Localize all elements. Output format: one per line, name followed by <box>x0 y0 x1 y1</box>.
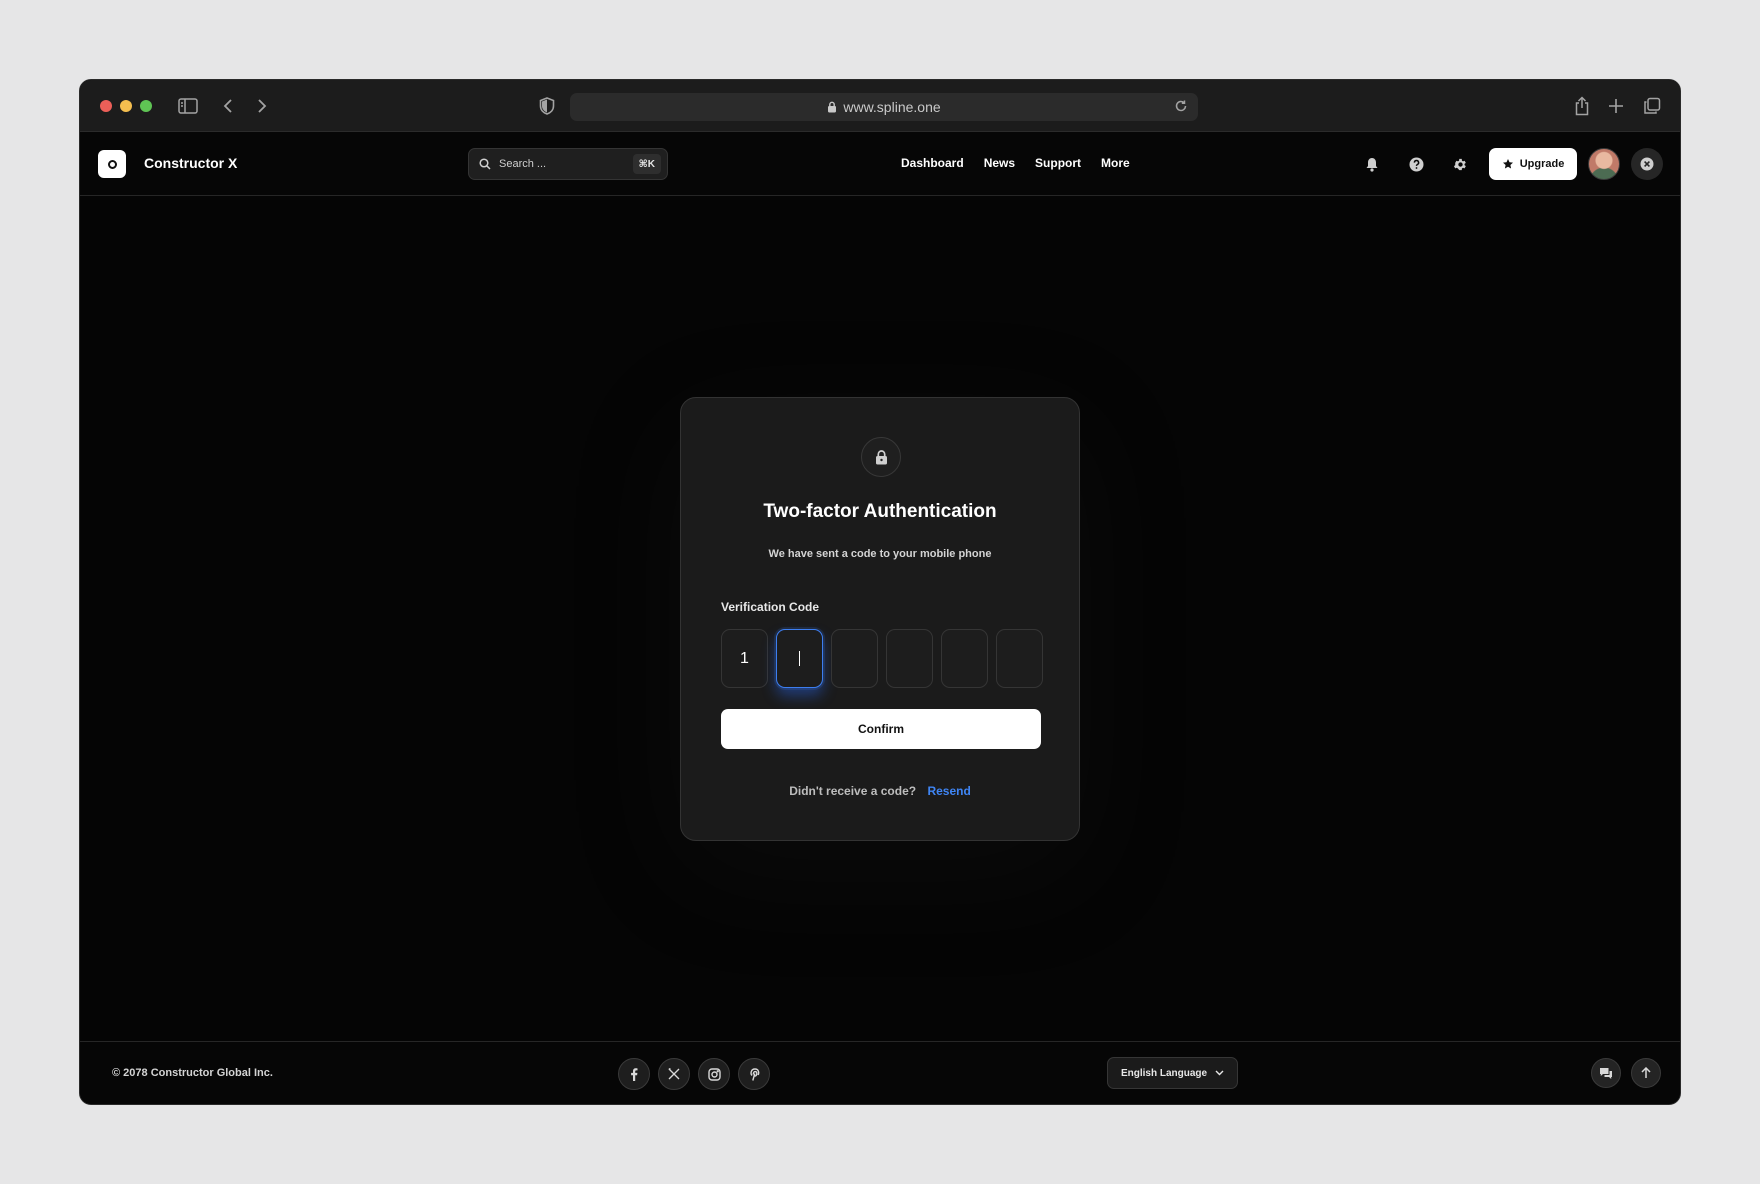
confirm-button[interactable]: Confirm <box>721 709 1041 749</box>
browser-window: www.spline.one Constructor X Search ... … <box>79 79 1681 1105</box>
chat-button[interactable] <box>1591 1058 1621 1088</box>
close-icon <box>1640 157 1654 171</box>
nav-dashboard[interactable]: Dashboard <box>901 156 964 170</box>
search-placeholder: Search ... <box>499 158 547 170</box>
language-label: English Language <box>1120 1067 1208 1079</box>
search-shortcut: ⌘K <box>632 154 661 174</box>
language-select[interactable]: English Language <box>1107 1057 1238 1089</box>
nav-news[interactable]: News <box>984 156 1015 170</box>
resend-link[interactable]: Resend <box>927 784 970 798</box>
app-footer: © 2078 Constructor Global Inc. English L… <box>80 1041 1680 1104</box>
share-icon[interactable] <box>1570 94 1594 118</box>
star-icon <box>1502 158 1514 170</box>
code-digit-6[interactable] <box>996 629 1043 688</box>
lock-icon <box>861 437 901 477</box>
dialog-subtitle: We have sent a code to your mobile phone <box>768 548 992 560</box>
text-caret <box>798 651 801 666</box>
code-label: Verification Code <box>721 600 820 614</box>
resend-question: Didn't receive a code? <box>789 784 917 798</box>
resend-row: Didn't receive a code? Resend <box>681 784 1079 798</box>
bell-icon[interactable] <box>1362 154 1382 174</box>
upgrade-label: Upgrade <box>1519 158 1565 170</box>
reload-icon[interactable] <box>1174 99 1188 113</box>
x-twitter-icon[interactable] <box>658 1058 690 1090</box>
code-digit-3[interactable] <box>831 629 878 688</box>
back-icon[interactable] <box>216 94 240 118</box>
gear-icon[interactable] <box>1450 154 1470 174</box>
zoom-window-button[interactable] <box>140 100 152 112</box>
chat-icon <box>1599 1067 1613 1080</box>
app-logo[interactable] <box>98 150 126 178</box>
address-bar[interactable]: www.spline.one <box>570 93 1198 121</box>
help-icon[interactable] <box>1406 154 1426 174</box>
copyright-text: © 2078 Constructor Global Inc. <box>112 1067 273 1079</box>
url-text: www.spline.one <box>843 99 941 115</box>
code-digit-2[interactable] <box>776 629 823 688</box>
search-input[interactable]: Search ... ⌘K <box>468 148 668 180</box>
code-digit-1[interactable]: 1 <box>721 629 768 688</box>
code-digit-4[interactable] <box>886 629 933 688</box>
avatar[interactable] <box>1588 148 1620 180</box>
browser-toolbar: www.spline.one <box>80 80 1680 132</box>
facebook-icon[interactable] <box>618 1058 650 1090</box>
forward-icon[interactable] <box>250 94 274 118</box>
dialog-title: Two-factor Authentication <box>763 501 997 522</box>
scroll-top-button[interactable] <box>1631 1058 1661 1088</box>
sidebar-icon[interactable] <box>176 94 200 118</box>
code-inputs: 1 <box>721 629 1043 688</box>
brand-name: Constructor X <box>144 155 238 171</box>
close-button[interactable] <box>1631 148 1663 180</box>
upgrade-button[interactable]: Upgrade <box>1489 148 1577 180</box>
minimize-window-button[interactable] <box>120 100 132 112</box>
tabs-icon[interactable] <box>1640 94 1664 118</box>
app-header: Constructor X Search ... ⌘K Dashboard Ne… <box>80 132 1680 196</box>
lock-icon <box>827 101 837 113</box>
chevron-down-icon <box>1215 1070 1224 1076</box>
main-nav: Dashboard News Support More <box>901 156 1130 170</box>
nav-more[interactable]: More <box>1101 156 1130 170</box>
pinterest-icon[interactable] <box>738 1058 770 1090</box>
social-links <box>618 1058 770 1090</box>
arrow-up-icon <box>1641 1067 1651 1079</box>
search-icon <box>479 158 491 170</box>
nav-support[interactable]: Support <box>1035 156 1081 170</box>
new-tab-icon[interactable] <box>1604 94 1628 118</box>
two-factor-dialog: Two-factor Authentication We have sent a… <box>680 397 1080 841</box>
shield-icon[interactable] <box>535 94 559 118</box>
code-digit-5[interactable] <box>941 629 988 688</box>
close-window-button[interactable] <box>100 100 112 112</box>
instagram-icon[interactable] <box>698 1058 730 1090</box>
